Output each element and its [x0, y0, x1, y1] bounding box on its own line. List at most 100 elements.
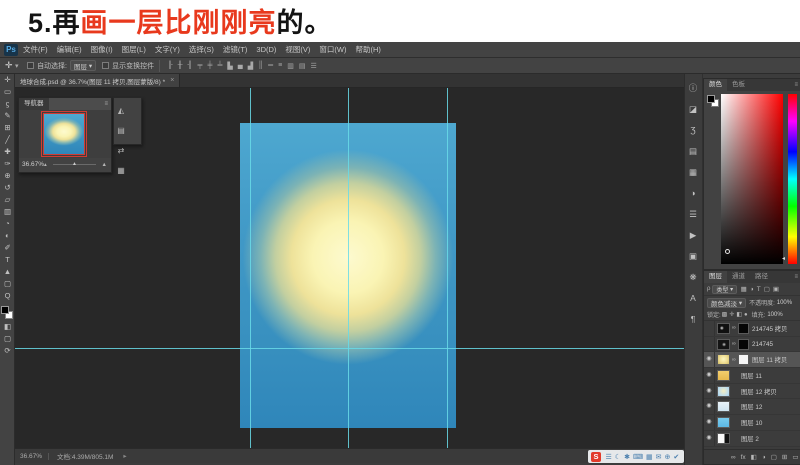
filter-type-icon[interactable]: ▣	[773, 285, 779, 293]
menu-item[interactable]: 滤镜(T)	[223, 44, 248, 55]
tab-channels[interactable]: 通道	[727, 271, 750, 283]
filter-kind-dropdown[interactable]: 类型 ▾	[712, 284, 738, 294]
layer-thumbnail[interactable]	[717, 338, 730, 350]
align-icon[interactable]: ▥	[287, 62, 294, 70]
layer-name[interactable]: 图层 10	[741, 418, 762, 427]
layer-thumbnail[interactable]	[717, 432, 730, 444]
menu-item[interactable]: 帮助(H)	[356, 44, 381, 55]
layer-name[interactable]: 图层 2	[741, 434, 759, 443]
visibility-eye-icon[interactable]: ◉	[704, 399, 715, 415]
status-zoom-value[interactable]: 36.67%	[20, 452, 50, 460]
navigator-zoom-value[interactable]: 36.67%	[22, 161, 44, 168]
tool-button[interactable]: ✐	[0, 242, 15, 254]
tab-paths[interactable]: 路径	[750, 271, 773, 283]
layer-name[interactable]: 图层 11 拷贝	[752, 355, 787, 364]
layer-name[interactable]: 图层 12	[741, 402, 762, 411]
toolbar-mode-button[interactable]: ▢	[0, 333, 15, 345]
layers-action-icon[interactable]: ◑	[762, 454, 766, 461]
navigator-tab[interactable]: 导航器	[19, 98, 49, 110]
tab-layers[interactable]: 图层	[704, 271, 727, 283]
menu-item[interactable]: 图层(L)	[122, 44, 146, 55]
visibility-eye-icon[interactable]: ◉	[704, 430, 715, 446]
layer-thumbnail[interactable]	[717, 401, 730, 413]
guide-vertical-right[interactable]	[447, 88, 448, 448]
visibility-eye-icon[interactable]	[704, 336, 715, 352]
layer-thumbnail[interactable]	[717, 416, 730, 428]
fill-value[interactable]: 100%	[767, 312, 782, 318]
tool-button[interactable]: ▭	[0, 86, 15, 98]
visibility-eye-icon[interactable]: ◉	[704, 383, 715, 399]
opacity-value[interactable]: 100%	[777, 300, 792, 306]
slider-thumb[interactable]: ▲	[72, 161, 77, 167]
document-tab[interactable]: 地球合成.psd @ 36.7%(图层 11 拷贝,图层蒙版/8) * ×	[15, 74, 181, 87]
panel-strip-icon[interactable]: ▦	[685, 162, 701, 183]
toolbar-mode-button[interactable]: ◧	[0, 321, 15, 333]
align-icon[interactable]: ▄	[238, 62, 243, 69]
layer-row[interactable]: ◉ 图层 11	[704, 368, 800, 384]
align-icon[interactable]: ╧	[217, 62, 222, 69]
tool-button[interactable]: ⊞	[0, 122, 15, 134]
tool-button[interactable]: ϛ	[0, 98, 15, 110]
layers-action-icon[interactable]: ⊞	[782, 453, 787, 461]
tool-button[interactable]: ◔	[0, 218, 15, 230]
align-icon[interactable]: ☰	[310, 62, 316, 70]
panel-strip-icon[interactable]: ▤	[685, 141, 701, 162]
blend-mode-dropdown[interactable]: 颜色减淡 ▾	[707, 297, 747, 308]
panel-menu-icon[interactable]: ≡	[104, 101, 108, 107]
layer-row[interactable]: ◉ 图层 2	[704, 430, 800, 447]
tool-button[interactable]: Q	[0, 290, 15, 302]
auto-select-dropdown[interactable]: 图层 ▾	[70, 60, 97, 71]
tool-button[interactable]: ✎	[0, 110, 15, 122]
layer-mask-thumbnail[interactable]	[738, 338, 749, 350]
input-method-icon[interactable]: ⌨	[633, 453, 643, 461]
layer-mask-thumbnail[interactable]	[738, 354, 749, 366]
layer-row[interactable]: ◉ 图层 10	[704, 415, 800, 431]
tool-button[interactable]: ▥	[0, 206, 15, 218]
layer-row[interactable]: ◉ 图层 12	[704, 399, 800, 416]
menu-item[interactable]: 文字(Y)	[155, 44, 180, 55]
tool-button[interactable]: ◐	[0, 230, 15, 242]
layer-row[interactable]: ∞ 214745	[704, 336, 800, 353]
menu-item[interactable]: 窗口(W)	[319, 44, 346, 55]
tool-button[interactable]: ╱	[0, 134, 15, 146]
input-method-icon[interactable]: ✔	[673, 453, 679, 461]
visibility-eye-icon[interactable]: ◉	[704, 352, 715, 368]
layers-action-icon[interactable]: fx	[741, 454, 746, 461]
visibility-eye-icon[interactable]: ◉	[704, 368, 715, 383]
collapsed-panel-icon[interactable]: ▤	[114, 121, 128, 141]
filter-type-icon[interactable]: ◑	[750, 286, 754, 293]
align-icon[interactable]: ═	[268, 62, 273, 69]
guide-vertical-center[interactable]	[348, 88, 349, 448]
zoom-out-icon[interactable]: ▴	[44, 162, 47, 168]
tool-button[interactable]: T	[0, 254, 15, 266]
filter-type-icon[interactable]: ▢	[764, 285, 770, 293]
layer-thumbnail[interactable]	[717, 369, 730, 381]
photoshop-logo[interactable]: Ps	[4, 43, 18, 56]
filter-type-icon[interactable]: T	[757, 286, 761, 293]
layer-row[interactable]: ∞ 214745 拷贝	[704, 321, 800, 337]
hue-marker-icon[interactable]: ◂	[782, 255, 785, 262]
align-icon[interactable]: ╪	[207, 62, 212, 69]
tool-button[interactable]: ✚	[0, 146, 15, 158]
panel-strip-icon[interactable]: ¶	[685, 309, 701, 330]
menu-item[interactable]: 3D(D)	[256, 45, 276, 54]
status-arrow-icon[interactable]: ▸	[123, 452, 126, 460]
panel-strip-icon[interactable]: ⓘ	[685, 78, 701, 99]
visibility-eye-icon[interactable]	[704, 321, 715, 336]
tool-button[interactable]: ⊕	[0, 170, 15, 182]
align-icon[interactable]: ▤	[299, 62, 306, 70]
lock-icon[interactable]: ●	[744, 312, 748, 318]
lock-icon[interactable]: ▩	[722, 311, 728, 318]
input-method-icon[interactable]: ✱	[624, 453, 630, 461]
align-icon[interactable]: ▟	[248, 62, 253, 70]
filter-type-icon[interactable]: ▦	[741, 285, 747, 293]
visibility-eye-icon[interactable]: ◉	[704, 415, 715, 430]
layer-name[interactable]: 图层 12 拷贝	[741, 387, 777, 396]
align-icon[interactable]: ╤	[198, 62, 203, 69]
input-method-icon[interactable]: ☰	[606, 453, 612, 461]
navigator-zoom-slider[interactable]: ▲	[52, 161, 96, 167]
tool-button[interactable]: ▲	[0, 266, 15, 278]
menu-item[interactable]: 文件(F)	[23, 44, 48, 55]
panel-menu-icon[interactable]: ≡	[794, 82, 798, 88]
layer-thumbnail[interactable]	[717, 322, 730, 334]
